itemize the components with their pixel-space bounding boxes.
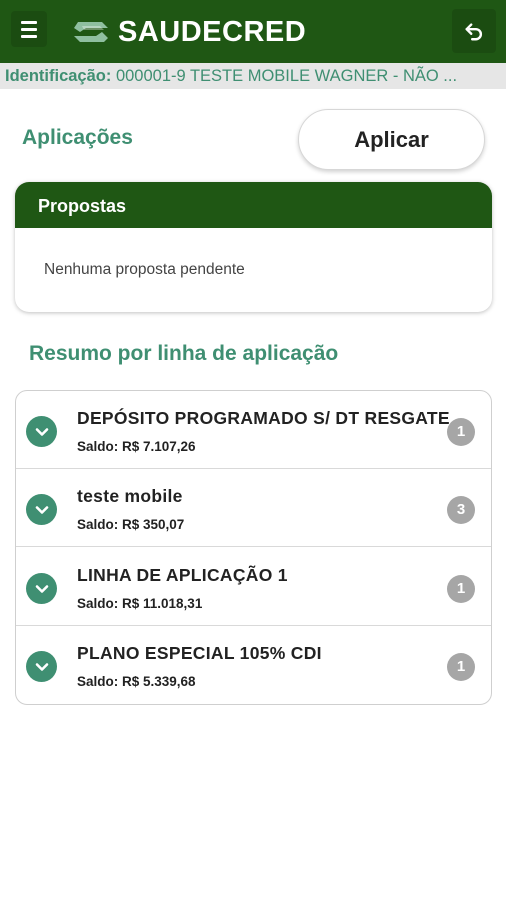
back-button[interactable] bbox=[452, 9, 496, 53]
app-bar: SAUDECRED bbox=[0, 0, 506, 63]
chevron-down-icon bbox=[35, 427, 48, 436]
expand-button[interactable] bbox=[26, 573, 57, 604]
item-saldo: Saldo: R$ 5.339,68 bbox=[77, 674, 196, 689]
hamburger-line bbox=[21, 27, 37, 31]
apply-button[interactable]: Aplicar bbox=[298, 109, 485, 170]
item-saldo: Saldo: R$ 7.107,26 bbox=[77, 439, 196, 454]
count-badge: 1 bbox=[447, 418, 475, 446]
item-saldo: Saldo: R$ 11.018,31 bbox=[77, 596, 203, 611]
expand-button[interactable] bbox=[26, 651, 57, 682]
item-title: PLANO ESPECIAL 105% CDI bbox=[77, 643, 322, 663]
summary-title: Resumo por linha de aplicação bbox=[29, 342, 339, 365]
list-item[interactable]: DEPÓSITO PROGRAMADO S/ DT RESGATE Saldo:… bbox=[16, 391, 491, 469]
identification-label: Identificação: bbox=[5, 67, 112, 85]
expand-button[interactable] bbox=[26, 416, 57, 447]
item-title: DEPÓSITO PROGRAMADO S/ DT RESGATE bbox=[77, 408, 450, 428]
chevron-down-icon bbox=[35, 662, 48, 671]
hamburger-line bbox=[21, 20, 37, 24]
chevron-down-icon bbox=[35, 584, 48, 593]
count-badge: 1 bbox=[447, 653, 475, 681]
saudecred-logo-icon bbox=[74, 22, 108, 42]
hamburger-line bbox=[21, 34, 37, 38]
count-badge: 3 bbox=[447, 496, 475, 524]
item-saldo: Saldo: R$ 350,07 bbox=[77, 517, 185, 532]
chevron-down-icon bbox=[35, 505, 48, 514]
proposals-card: Propostas Nenhuma proposta pendente bbox=[15, 182, 492, 312]
proposals-empty-message: Nenhuma proposta pendente bbox=[44, 261, 245, 278]
summary-list: DEPÓSITO PROGRAMADO S/ DT RESGATE Saldo:… bbox=[15, 390, 492, 705]
applications-title: Aplicações bbox=[22, 126, 133, 149]
identification-bar: Identificação: 000001-9 TESTE MOBILE WAG… bbox=[0, 63, 506, 89]
count-badge: 1 bbox=[447, 575, 475, 603]
item-title: teste mobile bbox=[77, 486, 183, 506]
menu-button[interactable] bbox=[11, 11, 47, 47]
list-item[interactable]: PLANO ESPECIAL 105% CDI Saldo: R$ 5.339,… bbox=[16, 626, 491, 704]
proposals-header: Propostas bbox=[15, 182, 492, 228]
brand-name: SAUDECRED bbox=[118, 15, 307, 48]
list-item[interactable]: LINHA DE APLICAÇÃO 1 Saldo: R$ 11.018,31… bbox=[16, 548, 491, 626]
undo-arrow-icon bbox=[465, 23, 482, 41]
expand-button[interactable] bbox=[26, 494, 57, 525]
brand-logo: SAUDECRED bbox=[72, 13, 306, 51]
item-title: LINHA DE APLICAÇÃO 1 bbox=[77, 565, 288, 585]
identification-value: 000001-9 TESTE MOBILE WAGNER - NÃO ... bbox=[115, 67, 458, 85]
list-item[interactable]: teste mobile Saldo: R$ 350,07 3 bbox=[16, 469, 491, 547]
